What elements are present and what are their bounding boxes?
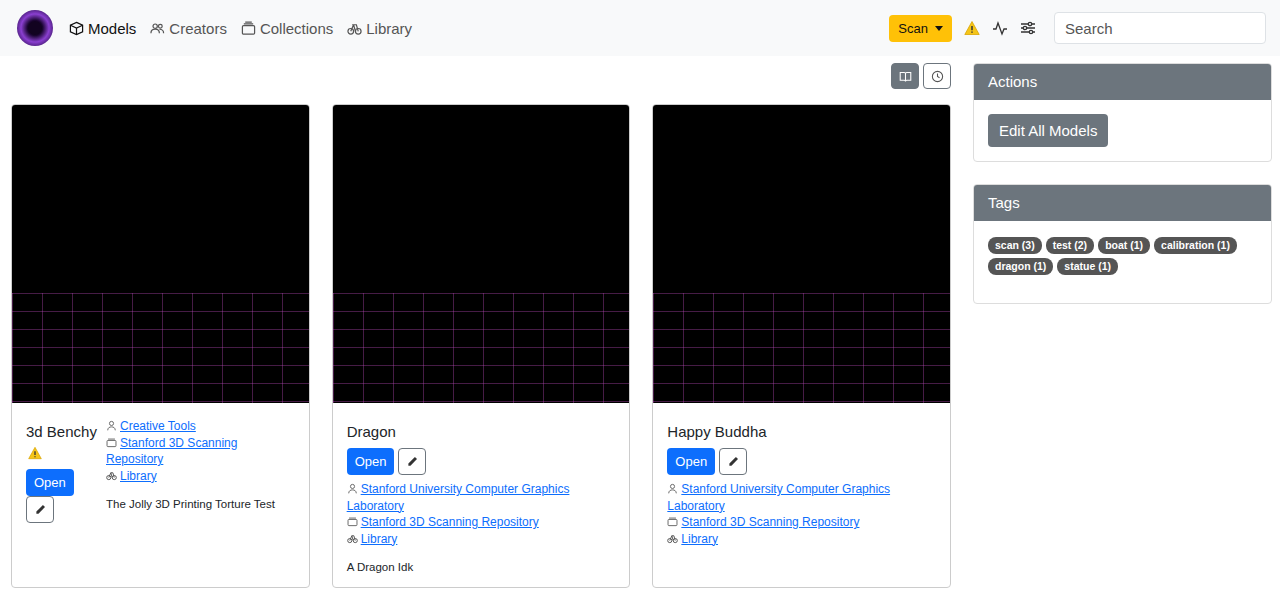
creator-link[interactable]: Stanford University Computer Graphics La… [667, 482, 890, 513]
pencil-icon [407, 456, 418, 467]
model-title: 3d Benchy [26, 421, 98, 463]
collection-link[interactable]: Stanford 3D Scanning Repository [106, 436, 237, 467]
collection-icon [106, 437, 117, 448]
book-icon [899, 70, 912, 83]
creator-link[interactable]: Stanford University Computer Graphics La… [347, 482, 570, 513]
panel-header: Tags [974, 185, 1271, 221]
library-link[interactable]: Library [681, 532, 718, 546]
tag[interactable]: statue (1) [1057, 258, 1118, 275]
card-actions: Open [667, 448, 936, 475]
model-title: Happy Buddha [667, 421, 936, 442]
creator-row: Stanford University Computer Graphics La… [667, 481, 936, 514]
collection-row: Stanford 3D Scanning Repository [347, 514, 616, 531]
problems-button[interactable] [964, 20, 980, 36]
edit-button[interactable] [398, 448, 426, 475]
clock-icon [931, 70, 944, 83]
model-preview[interactable] [333, 105, 630, 403]
edit-all-button[interactable]: Edit All Models [988, 114, 1108, 147]
collection-link[interactable]: Stanford 3D Scanning Repository [681, 515, 859, 529]
settings-button[interactable] [1020, 20, 1036, 36]
edit-button[interactable] [719, 448, 747, 475]
model-grid: 3d Benchy Open Creative Tools Stanford 3… [11, 104, 951, 588]
card-body: Happy Buddha Open Stanford University Co… [653, 403, 950, 561]
tag[interactable]: dragon (1) [988, 258, 1053, 275]
model-card: 3d Benchy Open Creative Tools Stanford 3… [11, 104, 310, 588]
card-actions: Open [347, 448, 616, 475]
model-card: Happy Buddha Open Stanford University Co… [652, 104, 951, 588]
library-row: Library [667, 531, 936, 548]
creator-row: Creative Tools [106, 418, 295, 435]
model-description: A Dragon Idk [347, 561, 616, 573]
warning-icon [28, 446, 42, 460]
card-body: 3d Benchy Open Creative Tools Stanford 3… [12, 403, 309, 537]
navbar: Models Creators Collections Library Scan [0, 0, 1280, 56]
person-icon [347, 483, 358, 494]
library-row: Library [347, 531, 616, 548]
creator-row: Stanford University Computer Graphics La… [347, 481, 616, 514]
nav-item[interactable]: Collections [241, 20, 333, 37]
model-card: Dragon Open Stanford University Computer… [332, 104, 631, 588]
scan-button[interactable]: Scan [889, 15, 952, 42]
pencil-icon [728, 456, 739, 467]
activity-button[interactable] [992, 20, 1008, 36]
search-input[interactable] [1054, 12, 1266, 44]
library-link[interactable]: Library [361, 532, 398, 546]
library-icon [347, 533, 358, 544]
warning-icon [964, 20, 980, 36]
pencil-icon [35, 504, 46, 515]
logo-icon[interactable] [17, 10, 53, 46]
open-button[interactable]: Open [667, 448, 715, 475]
card-meta: Creative Tools Stanford 3D Scanning Repo… [106, 418, 295, 523]
panel-body: Edit All Models [974, 100, 1271, 161]
library-icon [667, 533, 678, 544]
sliders-icon [1020, 20, 1036, 36]
tag[interactable]: boat (1) [1098, 237, 1150, 254]
collection-icon [347, 516, 358, 527]
collection-icon [241, 21, 256, 36]
tag-list: scan (3)test (2)boat (1)calibration (1) d… [974, 221, 1271, 303]
activity-icon [992, 20, 1008, 36]
library-link[interactable]: Library [120, 469, 157, 483]
card-actions: 3d Benchy Open [26, 421, 98, 523]
collection-row: Stanford 3D Scanning Repository [667, 514, 936, 531]
card-body: Dragon Open Stanford University Computer… [333, 403, 630, 587]
caret-icon [935, 26, 943, 31]
model-description: The Jolly 3D Printing Torture Test [106, 498, 295, 510]
tag[interactable]: scan (3) [988, 237, 1042, 254]
person-icon [667, 483, 678, 494]
collection-icon [667, 516, 678, 527]
grid-view-button[interactable] [891, 63, 919, 89]
main: 3d Benchy Open Creative Tools Stanford 3… [0, 56, 1280, 588]
nav-menu: Models Creators Collections Library [69, 20, 412, 37]
actions-panel: Actions Edit All Models [973, 63, 1272, 162]
panel-header: Actions [974, 64, 1271, 100]
library-row: Library [106, 468, 295, 485]
box-icon [69, 21, 84, 36]
library-icon [106, 470, 117, 481]
model-preview[interactable] [653, 105, 950, 403]
creator-link[interactable]: Creative Tools [120, 419, 196, 433]
model-title: Dragon [347, 421, 616, 442]
nav-item[interactable]: Creators [150, 20, 227, 37]
nav-item[interactable]: Models [69, 20, 136, 37]
nav-tools: Scan [889, 12, 1266, 44]
page: Models Creators Collections Library Scan 3d… [0, 0, 1280, 588]
tag[interactable]: test (2) [1046, 237, 1094, 254]
content: 3d Benchy Open Creative Tools Stanford 3… [11, 63, 951, 588]
sidebar: Actions Edit All Models Tags scan (3)tes… [973, 63, 1272, 588]
collection-link[interactable]: Stanford 3D Scanning Repository [361, 515, 539, 529]
library-icon [347, 21, 362, 36]
view-toolbar [11, 63, 951, 89]
open-button[interactable]: Open [26, 469, 74, 496]
recent-button[interactable] [923, 63, 951, 89]
tag[interactable]: calibration (1) [1154, 237, 1237, 254]
edit-button[interactable] [26, 496, 54, 523]
person-icon [106, 420, 117, 431]
collection-row: Stanford 3D Scanning Repository [106, 435, 295, 468]
nav-item[interactable]: Library [347, 20, 412, 37]
model-preview[interactable] [12, 105, 309, 403]
people-icon [150, 21, 165, 36]
tags-panel: Tags scan (3)test (2)boat (1)calibration… [973, 184, 1272, 304]
open-button[interactable]: Open [347, 448, 395, 475]
